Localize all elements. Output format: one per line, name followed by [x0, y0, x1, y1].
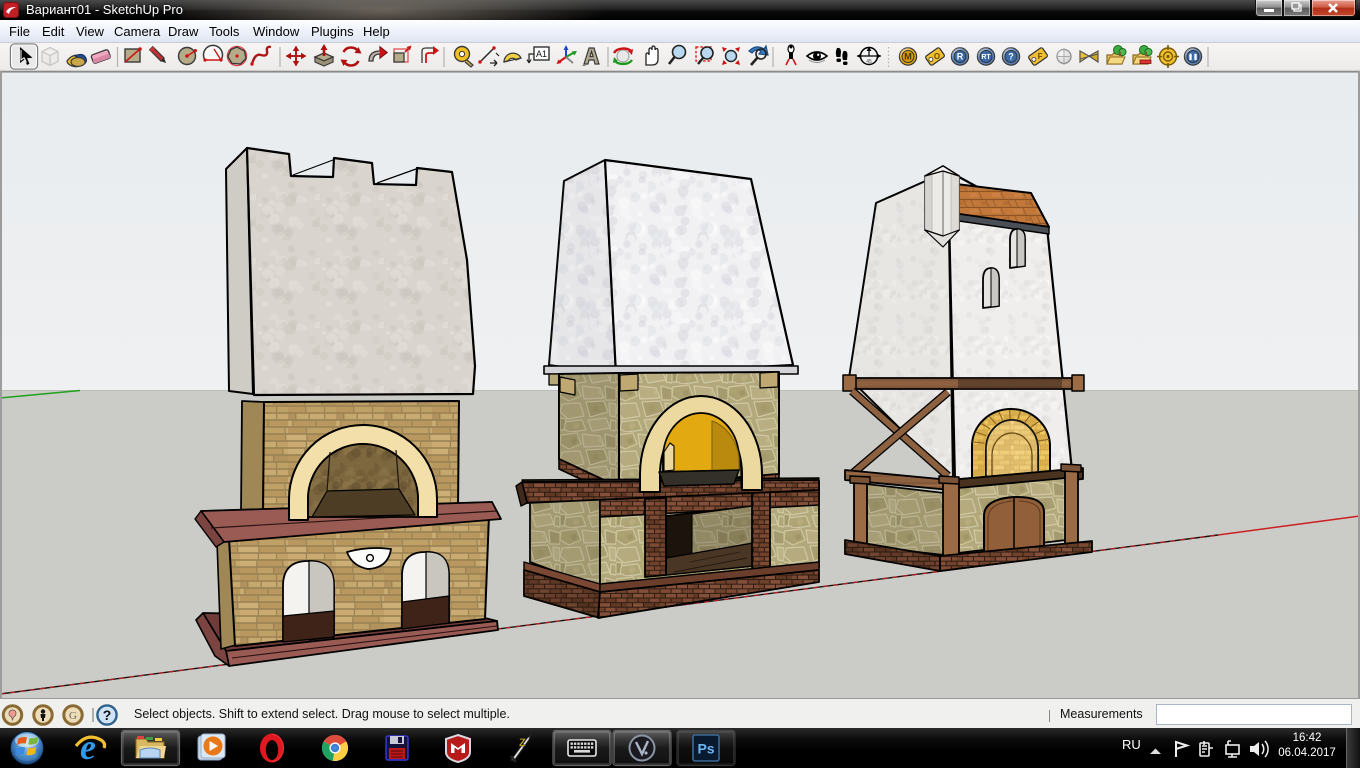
svg-text:F: F	[1038, 52, 1043, 61]
svg-text:❚❚: ❚❚	[1188, 54, 1198, 61]
svg-text:O: O	[934, 52, 940, 61]
svg-text:?: ?	[103, 707, 112, 723]
svg-text:e: e	[80, 728, 96, 767]
svg-text:RT: RT	[981, 54, 991, 61]
svg-text:A1: A1	[536, 49, 547, 59]
svg-text:G: G	[69, 710, 77, 722]
svg-text:Ps: Ps	[697, 741, 714, 757]
svg-text:Z: Z	[519, 737, 526, 749]
svg-text:?: ?	[1008, 52, 1014, 62]
svg-text:R: R	[957, 52, 964, 62]
svg-text:M: M	[904, 52, 912, 62]
svg-text:45: 45	[866, 59, 872, 65]
